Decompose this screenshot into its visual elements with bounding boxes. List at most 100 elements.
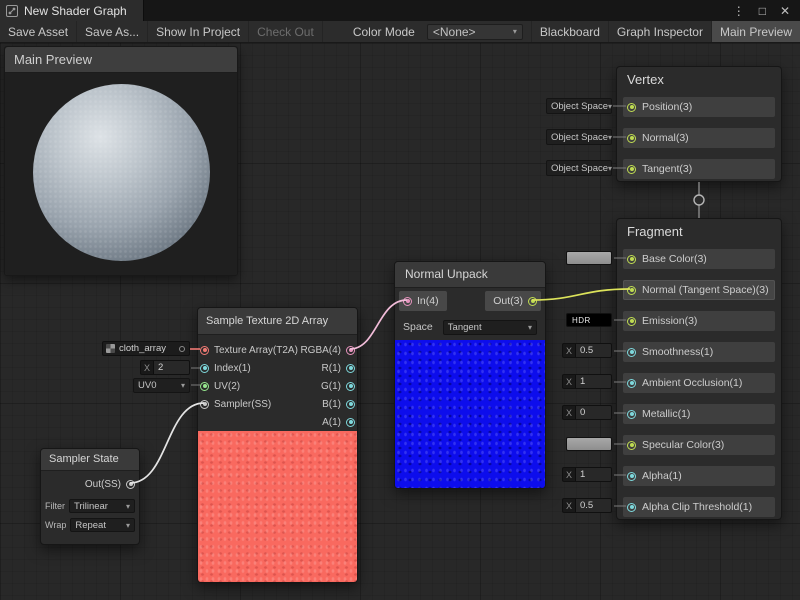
kebab-menu-icon[interactable]: ⋮	[733, 5, 745, 17]
output-row-r: R(1)	[300, 359, 355, 377]
index-label: Index(1)	[214, 363, 251, 374]
rgba-port[interactable]	[346, 346, 355, 355]
document-tab[interactable]: New Shader Graph	[0, 0, 144, 21]
metallic-port[interactable]	[627, 410, 636, 419]
output-row-rgba: RGBA(4)	[300, 341, 355, 359]
axis-label: X	[563, 499, 576, 512]
blackboard-button[interactable]: Blackboard	[531, 21, 608, 42]
normal-unpack-node[interactable]: Normal Unpack In(4) Out(3) Space Tangent…	[394, 261, 546, 489]
index-field[interactable]: X 2	[140, 360, 190, 375]
main-preview-button[interactable]: Main Preview	[711, 21, 800, 42]
maximize-icon[interactable]: □	[759, 5, 766, 17]
normal-ts-port[interactable]	[627, 286, 636, 295]
index-port[interactable]	[200, 364, 209, 373]
preview-sphere	[33, 84, 210, 261]
shader-graph-icon	[6, 5, 18, 17]
fragment-port-row-alpha-clip: Alpha Clip Threshold(1)	[623, 497, 775, 517]
position-space-value: Object Space	[551, 101, 608, 112]
wrap-dropdown[interactable]: Repeat ▾	[70, 518, 135, 532]
normal-space-value: Object Space	[551, 132, 608, 143]
close-icon[interactable]: ✕	[780, 5, 790, 17]
alpha-clip-port[interactable]	[627, 503, 636, 512]
alpha-field[interactable]: X 1	[562, 467, 612, 482]
alpha-port[interactable]	[627, 472, 636, 481]
ambient-occlusion-port[interactable]	[627, 379, 636, 388]
main-preview-title: Main Preview	[5, 47, 237, 73]
axis-label: X	[563, 406, 576, 419]
g-port[interactable]	[346, 382, 355, 391]
show-in-project-button[interactable]: Show In Project	[148, 21, 249, 42]
sample-inputs: Texture Array(T2A) Index(1) UV(2) Sample…	[200, 341, 298, 413]
space-row: Space Tangent ▾	[395, 314, 545, 340]
tangent-port[interactable]	[627, 165, 636, 174]
filter-dropdown[interactable]: Trilinear ▾	[69, 499, 135, 513]
a-label: A(1)	[322, 417, 341, 428]
tab-title: New Shader Graph	[24, 4, 127, 18]
base-color-port[interactable]	[627, 255, 636, 264]
shader-graph-window: New Shader Graph ⋮ □ ✕ Save Asset Save A…	[0, 0, 800, 600]
metallic-field[interactable]: X 0	[562, 405, 612, 420]
position-port[interactable]	[627, 103, 636, 112]
alpha-clip-field[interactable]: X 0.5	[562, 498, 612, 513]
smoothness-port[interactable]	[627, 348, 636, 357]
axis-label: X	[563, 375, 576, 388]
in-port[interactable]	[403, 297, 412, 306]
axis-label: X	[563, 344, 576, 357]
ambient-occlusion-label: Ambient Occlusion(1)	[642, 377, 742, 389]
sample-texture-2d-array-node[interactable]: Sample Texture 2D Array Texture Array(T2…	[197, 307, 358, 583]
smoothness-field[interactable]: X 0.5	[562, 343, 612, 358]
out-port-row: Out(3)	[485, 291, 541, 311]
axis-label: X	[563, 468, 576, 481]
emission-port[interactable]	[627, 317, 636, 326]
sampler-port[interactable]	[200, 400, 209, 409]
b-port[interactable]	[346, 400, 355, 409]
specular-color-port[interactable]	[627, 441, 636, 450]
graph-inspector-button[interactable]: Graph Inspector	[608, 21, 711, 42]
input-row-sampler: Sampler(SS)	[200, 395, 298, 413]
emission-label: Emission(3)	[642, 315, 697, 327]
fragment-port-row-emission: Emission(3)	[623, 311, 775, 331]
out-ss-port[interactable]	[126, 480, 135, 489]
base-color-label: Base Color(3)	[642, 253, 707, 265]
normal-map-preview	[395, 340, 545, 488]
filter-value: Trilinear	[74, 501, 108, 512]
vertex-node-title: Vertex	[617, 67, 781, 93]
specular-color-swatch[interactable]	[566, 437, 612, 451]
sampler-out-row: Out(SS)	[45, 475, 135, 493]
position-space-dropdown[interactable]: Object Space ▾	[546, 98, 612, 114]
texture-array-port[interactable]	[200, 346, 209, 355]
texture-array-object-field[interactable]: cloth_array	[102, 341, 190, 356]
vertex-port-row-normal: Normal(3)	[623, 128, 775, 148]
space-dropdown[interactable]: Tangent ▾	[443, 320, 537, 335]
specular-color-label: Specular Color(3)	[642, 439, 724, 451]
texture-icon	[106, 344, 115, 353]
color-mode-dropdown[interactable]: <None> ▾	[427, 24, 523, 40]
a-port[interactable]	[346, 418, 355, 427]
normal-space-dropdown[interactable]: Object Space ▾	[546, 129, 612, 145]
b-label: B(1)	[322, 399, 341, 410]
save-asset-button[interactable]: Save Asset	[0, 21, 77, 42]
tangent-space-value: Object Space	[551, 163, 608, 174]
fragment-port-row-alpha: Alpha(1)	[623, 466, 775, 486]
normal-port[interactable]	[627, 134, 636, 143]
uv-channel-dropdown[interactable]: UV0 ▾	[133, 378, 190, 393]
fragment-port-row-base-color: Base Color(3)	[623, 249, 775, 269]
chevron-down-icon: ▾	[608, 133, 612, 142]
object-picker-icon[interactable]	[179, 346, 185, 352]
r-port[interactable]	[346, 364, 355, 373]
ambient-occlusion-field[interactable]: X 1	[562, 374, 612, 389]
chevron-down-icon: ▾	[126, 521, 130, 530]
save-as-button[interactable]: Save As...	[77, 21, 148, 42]
color-mode-label: Color Mode	[323, 21, 423, 42]
normal-unpack-ports: In(4) Out(3)	[395, 288, 545, 314]
uv-port[interactable]	[200, 382, 209, 391]
fragment-port-row-smoothness: Smoothness(1)	[623, 342, 775, 362]
fragment-node[interactable]: Fragment Base Color(3) Normal (Tangent S…	[616, 218, 782, 520]
emission-hdr-swatch[interactable]: HDR	[566, 313, 612, 327]
vertex-node[interactable]: Vertex Position(3) Normal(3) Tangent(3)	[616, 66, 782, 182]
base-color-swatch[interactable]	[566, 251, 612, 265]
sampler-state-node[interactable]: Sampler State Out(SS) Filter Trilinear ▾…	[40, 448, 140, 545]
vertex-port-row-tangent: Tangent(3)	[623, 159, 775, 179]
out-port[interactable]	[528, 297, 537, 306]
tangent-space-dropdown[interactable]: Object Space ▾	[546, 160, 612, 176]
